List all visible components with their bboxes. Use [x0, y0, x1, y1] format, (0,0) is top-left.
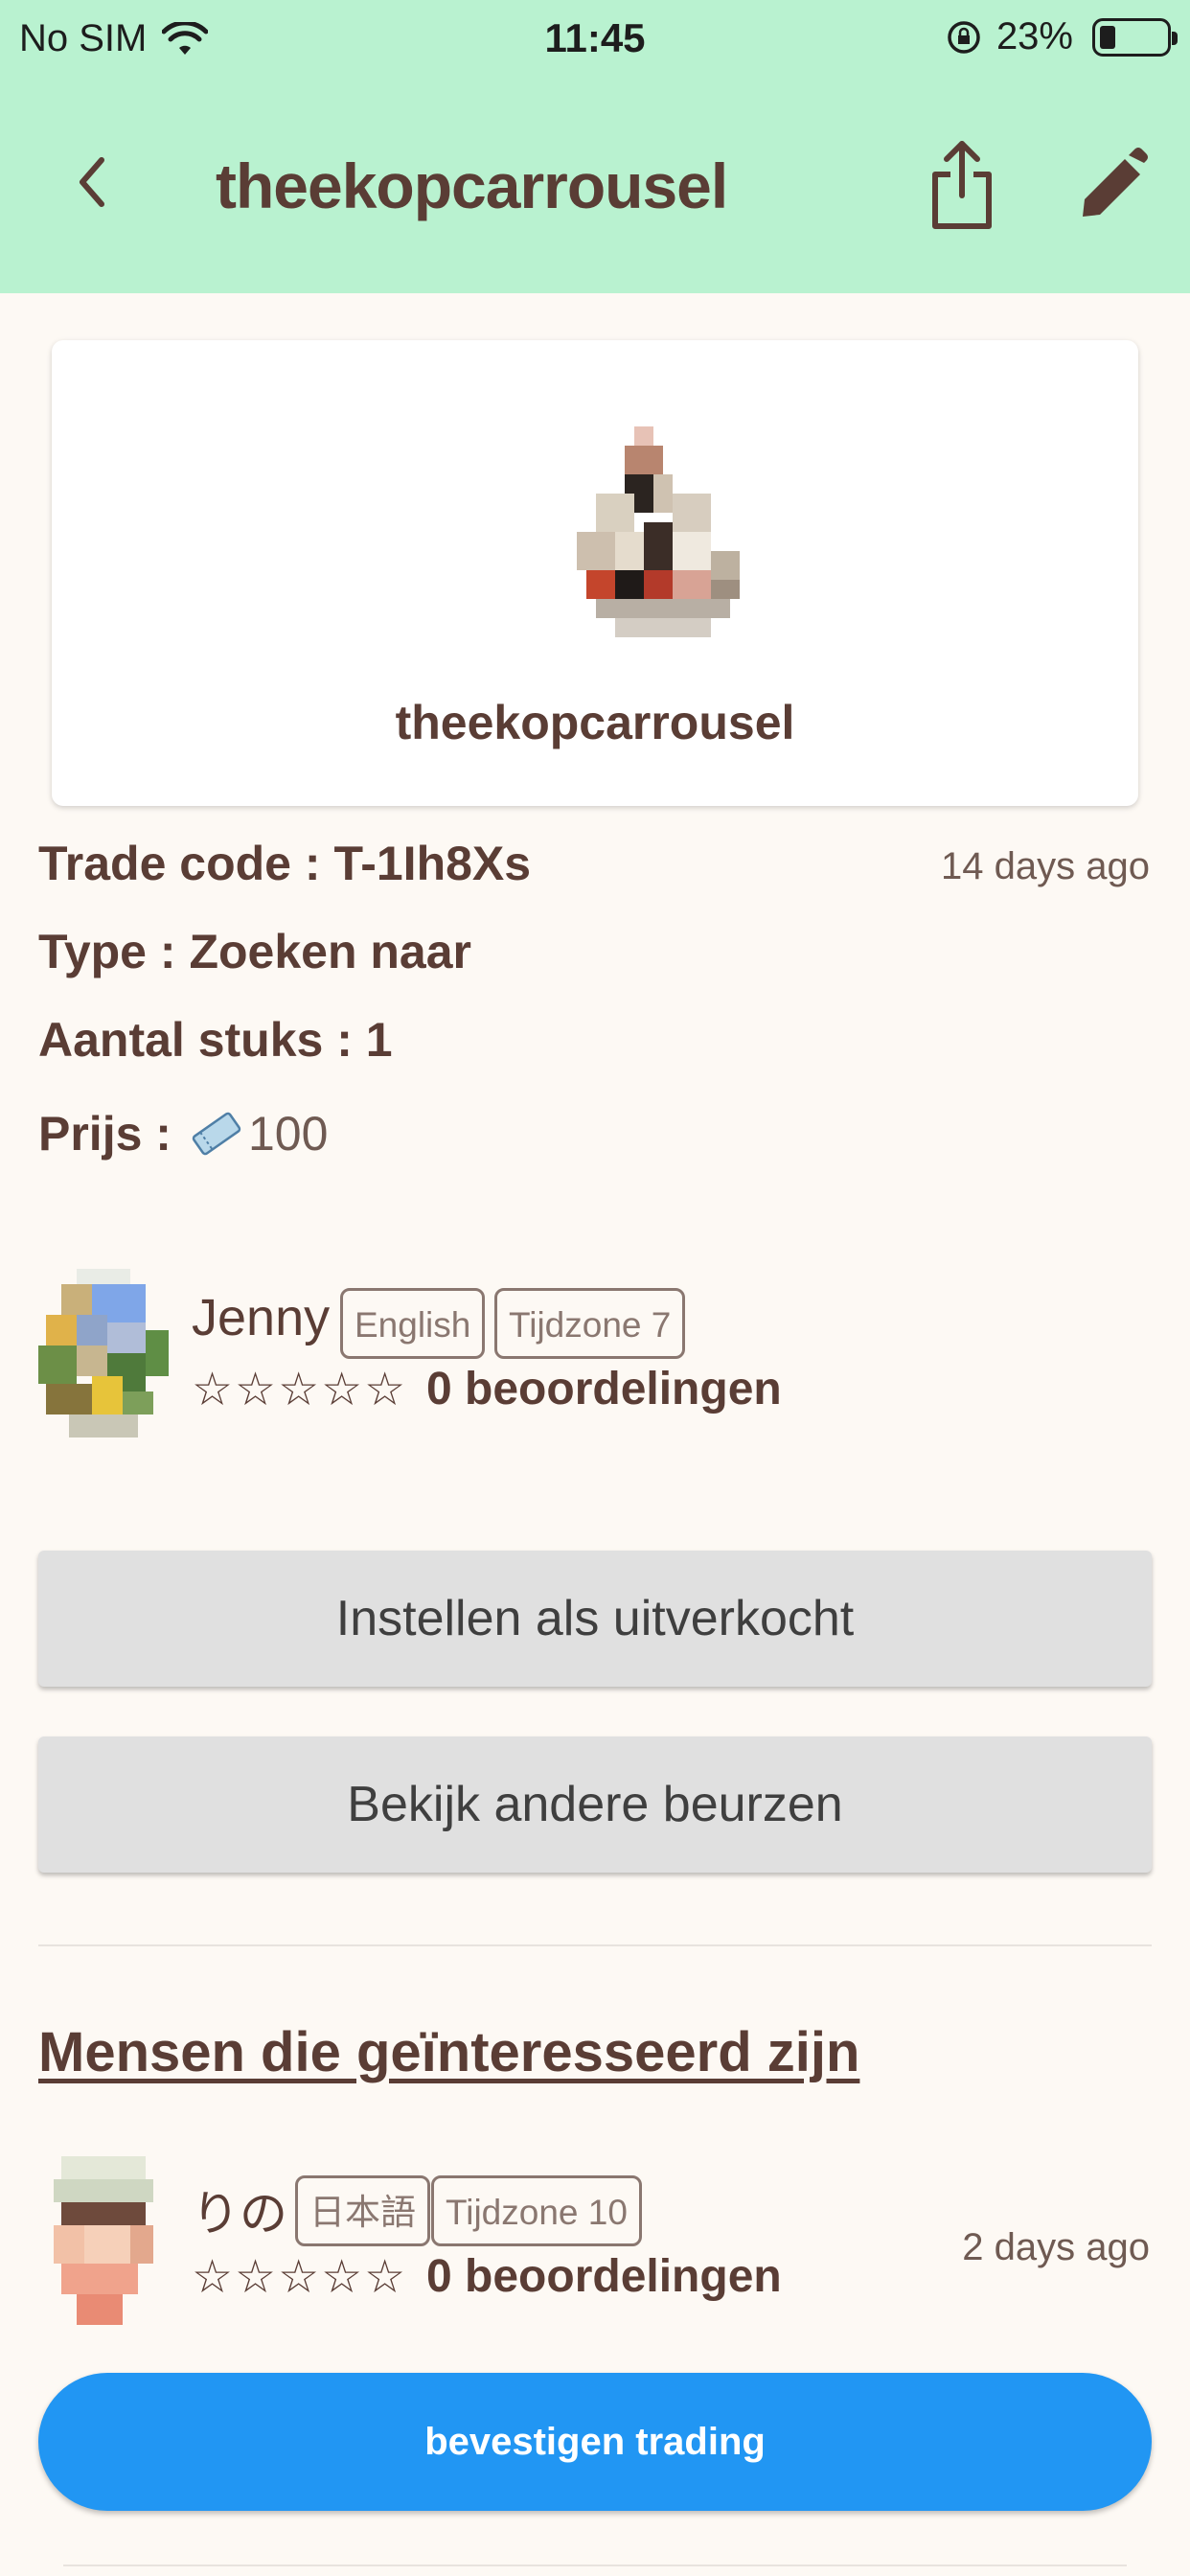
- confirm-trading-button[interactable]: bevestigen trading: [38, 2373, 1152, 2511]
- price-label: Prijs :: [38, 1107, 172, 1161]
- review-count: 0 beoordelingen: [426, 2251, 782, 2302]
- posted-ago: 14 days ago: [941, 845, 1150, 887]
- rating-stars: ☆☆☆☆☆: [192, 2252, 408, 2303]
- trade-code-label: Trade code :: [38, 837, 321, 890]
- battery-icon: [1092, 17, 1178, 57]
- divider: [63, 2564, 1127, 2566]
- review-count: 0 beoordelingen: [426, 1364, 782, 1414]
- status-right: 23%: [945, 15, 1178, 58]
- timezone-tag: Tijdzone 10: [431, 2175, 642, 2246]
- price-row: Prijs : 100: [38, 1106, 328, 1162]
- type-row: Type : Zoeken naar: [38, 924, 471, 979]
- trade-code-value: T-1Ih8Xs: [333, 837, 532, 890]
- quantity-row: Aantal stuks : 1: [38, 1012, 393, 1068]
- pencil-icon: [1083, 148, 1148, 217]
- interested-user-name: りの: [192, 2187, 287, 2241]
- timezone-tag: Tijdzone 7: [494, 1288, 686, 1359]
- trade-code-row: Trade code : T-1Ih8Xs: [38, 836, 531, 891]
- quantity-label: Aantal stuks :: [38, 1013, 353, 1067]
- rating-stars: ☆☆☆☆☆: [192, 1365, 408, 1415]
- mark-sold-out-button[interactable]: Instellen als uitverkocht: [38, 1551, 1152, 1687]
- share-icon: [932, 141, 992, 229]
- chevron-left-icon: [80, 157, 104, 207]
- quantity-value: 1: [365, 1013, 393, 1067]
- avatar: [54, 2156, 153, 2325]
- interested-ago: 2 days ago: [962, 2226, 1150, 2268]
- item-name: theekopcarrousel: [395, 696, 795, 749]
- back-button[interactable]: [57, 144, 125, 220]
- page-title: theekopcarrousel: [216, 150, 728, 221]
- app-header: No SIM 11:45 23% theekopcarrousel: [0, 0, 1190, 293]
- view-other-markets-button[interactable]: Bekijk andere beurzen: [38, 1736, 1152, 1873]
- type-value: Zoeken naar: [189, 925, 471, 978]
- item-card: theekopcarrousel: [52, 340, 1138, 806]
- status-bar: No SIM 11:45 23%: [0, 0, 1190, 79]
- ticket-icon: [192, 1112, 241, 1156]
- edit-button[interactable]: [1077, 146, 1150, 222]
- interested-section-title: Mensen die geïnteresseerd zijn: [38, 2021, 860, 2083]
- battery-percent: 23%: [995, 15, 1073, 58]
- divider: [38, 1944, 1152, 1946]
- share-button[interactable]: [926, 136, 998, 232]
- item-image: [577, 426, 740, 637]
- price-value: 100: [247, 1107, 329, 1161]
- avatar: [38, 1269, 169, 1438]
- type-label: Type :: [38, 925, 176, 978]
- owner-name: Jenny: [192, 1289, 331, 1346]
- language-tag: 日本語: [295, 2175, 430, 2246]
- rotation-lock-icon: [948, 20, 980, 54]
- language-tag: English: [340, 1288, 486, 1359]
- owner-profile[interactable]: Jenny English Tijdzone 7 ☆☆☆☆☆ 0 beoorde…: [38, 1267, 1150, 1449]
- nav-bar: theekopcarrousel: [0, 115, 1190, 249]
